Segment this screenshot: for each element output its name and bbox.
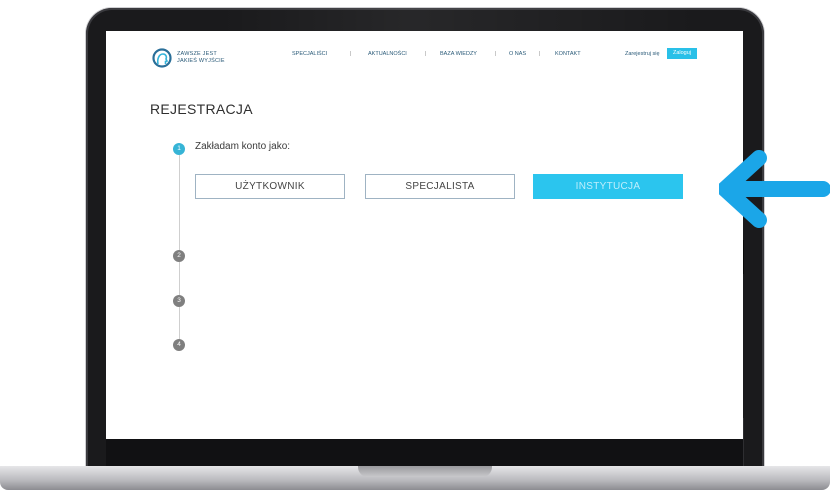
step-1-label: Zakładam konto jako: [195, 141, 291, 152]
step-connector [179, 262, 180, 295]
step-2-indicator: 2 [173, 250, 185, 262]
page-title: REJESTRACJA [150, 101, 253, 117]
login-button[interactable]: Zaloguj [667, 48, 697, 59]
logo-text-line2: JAKIEŚ WYJŚCIE [177, 58, 225, 64]
step-connector [179, 307, 180, 340]
logo-text-line1: ZAWSZE JEST [177, 51, 217, 57]
option-instytucja[interactable]: INSTYTUCJA [533, 174, 683, 199]
option-specjalista[interactable]: SPECJALISTA [365, 174, 515, 199]
laptop-bottom-bezel [106, 439, 743, 466]
site-logo[interactable]: ZAWSZE JEST JAKIEŚ WYJŚCIE [152, 48, 262, 68]
step-1-indicator: 1 [173, 143, 185, 155]
nav-item-specjalisci[interactable]: SPECJALIŚCI [292, 51, 327, 57]
signup-link[interactable]: Zarejestruj się [625, 51, 660, 57]
nav-separator: | [350, 51, 352, 57]
step-connector [179, 155, 180, 251]
step-4-indicator: 4 [173, 339, 185, 351]
nav-item-o-nas[interactable]: O NAS [509, 51, 526, 57]
nav-separator: | [425, 51, 427, 57]
laptop-screen: ZAWSZE JEST JAKIEŚ WYJŚCIE SPECJALIŚCI |… [106, 31, 743, 439]
nav-separator: | [539, 51, 541, 57]
arrow-left-icon [719, 150, 830, 228]
head-profile-logo-icon [152, 48, 172, 68]
nav-item-baza-wiedzy[interactable]: BAZA WIEDZY [440, 51, 477, 57]
nav-item-kontakt[interactable]: KONTAKT [555, 51, 581, 57]
option-uzytkownik[interactable]: UŻYTKOWNIK [195, 174, 345, 199]
main-nav: SPECJALIŚCI | AKTUALNOŚCI | BAZA WIEDZY … [292, 51, 592, 61]
nav-separator: | [495, 51, 497, 57]
step-3-indicator: 3 [173, 295, 185, 307]
laptop-base-notch [358, 466, 492, 477]
nav-item-aktualnosci[interactable]: AKTUALNOŚCI [368, 51, 407, 57]
